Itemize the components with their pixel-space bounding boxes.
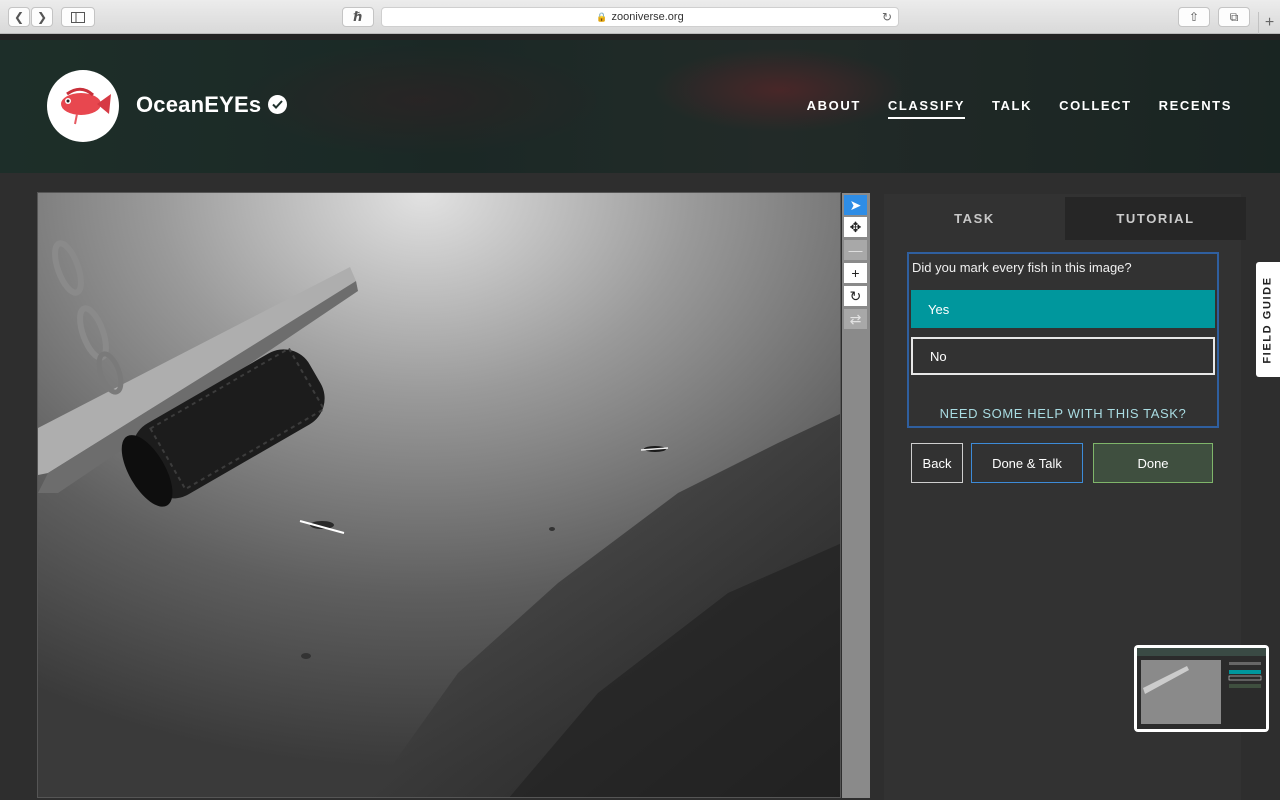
project-header: OceanEYEs ABOUT CLASSIFY TALK COLLECT RE…: [0, 40, 1280, 173]
field-guide-tab[interactable]: FIELD GUIDE: [1256, 262, 1280, 377]
extension-icon: ℏ: [353, 9, 363, 24]
task-help-link[interactable]: NEED SOME HELP WITH THIS TASK?: [909, 406, 1217, 421]
extension-button[interactable]: ℏ: [342, 7, 374, 27]
tab-tutorial[interactable]: TUTORIAL: [1065, 197, 1246, 240]
done-and-talk-button[interactable]: Done & Talk: [971, 443, 1083, 483]
chevron-right-icon: ❯: [36, 10, 48, 24]
reload-icon[interactable]: ↻: [882, 10, 892, 24]
nav-collect[interactable]: COLLECT: [1059, 98, 1132, 119]
plus-icon: +: [1264, 14, 1275, 31]
task-tabs: TASK TUTORIAL: [884, 197, 1246, 240]
zoom-in-button[interactable]: +: [844, 263, 867, 283]
share-button[interactable]: ⇧: [1178, 7, 1210, 27]
tabs-icon: ⧉: [1229, 9, 1239, 24]
chevron-left-icon: ❮: [13, 10, 25, 24]
project-title[interactable]: OceanEYEs: [136, 92, 261, 118]
move-icon: ✥: [849, 218, 862, 235]
address-bar[interactable]: 🔒 zooniverse.org ↻: [381, 7, 899, 27]
rotate-button[interactable]: ↻: [844, 286, 867, 306]
nav-classify[interactable]: CLASSIFY: [887, 98, 965, 119]
tab-task[interactable]: TASK: [884, 197, 1065, 240]
subject-image[interactable]: [37, 192, 841, 798]
zoom-in-icon: +: [851, 265, 860, 281]
url-text: zooniverse.org: [611, 11, 684, 23]
viewer-toolbar: ➤ ✥ — + ↻ ⇄: [842, 193, 870, 798]
task-question: Did you mark every fish in this image?: [912, 260, 1132, 275]
reset-view-button[interactable]: ⇄: [844, 309, 867, 329]
zoom-out-icon: —: [848, 242, 863, 258]
forward-nav-button[interactable]: ❯: [31, 7, 53, 27]
pointer-icon: ➤: [849, 196, 862, 213]
sidebar-icon: [71, 11, 85, 23]
field-guide-label: FIELD GUIDE: [1262, 275, 1274, 364]
back-button[interactable]: Back: [911, 443, 963, 483]
verified-check-icon: [268, 95, 287, 114]
back-nav-button[interactable]: ❮: [8, 7, 30, 27]
fish-logo-icon: [61, 87, 111, 125]
nav-recents[interactable]: RECENTS: [1159, 98, 1232, 119]
browser-toolbar: ❮ ❯ ℏ 🔒 zooniverse.org ↻ ⇧ ⧉ +: [0, 0, 1280, 34]
zoom-out-button[interactable]: —: [844, 240, 867, 260]
task-question-box: Did you mark every fish in this image? Y…: [907, 252, 1219, 428]
nav-about[interactable]: ABOUT: [807, 98, 861, 119]
move-tool-button[interactable]: ✥: [844, 217, 867, 237]
screenshot-thumbnail[interactable]: [1134, 645, 1269, 732]
project-avatar[interactable]: [47, 70, 119, 142]
done-button[interactable]: Done: [1093, 443, 1213, 483]
project-nav: ABOUT CLASSIFY TALK COLLECT RECENTS: [807, 98, 1232, 119]
pointer-tool-button[interactable]: ➤: [844, 195, 867, 215]
answer-yes[interactable]: Yes: [911, 290, 1215, 328]
lock-icon: 🔒: [596, 11, 608, 22]
answer-no[interactable]: No: [911, 337, 1215, 375]
sidebar-toggle-button[interactable]: [61, 7, 95, 27]
tabs-button[interactable]: ⧉: [1218, 7, 1250, 27]
thumbnail-preview-image: [1137, 648, 1266, 729]
share-icon: ⇧: [1188, 10, 1200, 24]
rotate-icon: ↻: [849, 287, 862, 304]
reset-icon: ⇄: [849, 310, 862, 327]
new-tab-button[interactable]: +: [1258, 12, 1280, 34]
nav-talk[interactable]: TALK: [992, 98, 1032, 119]
